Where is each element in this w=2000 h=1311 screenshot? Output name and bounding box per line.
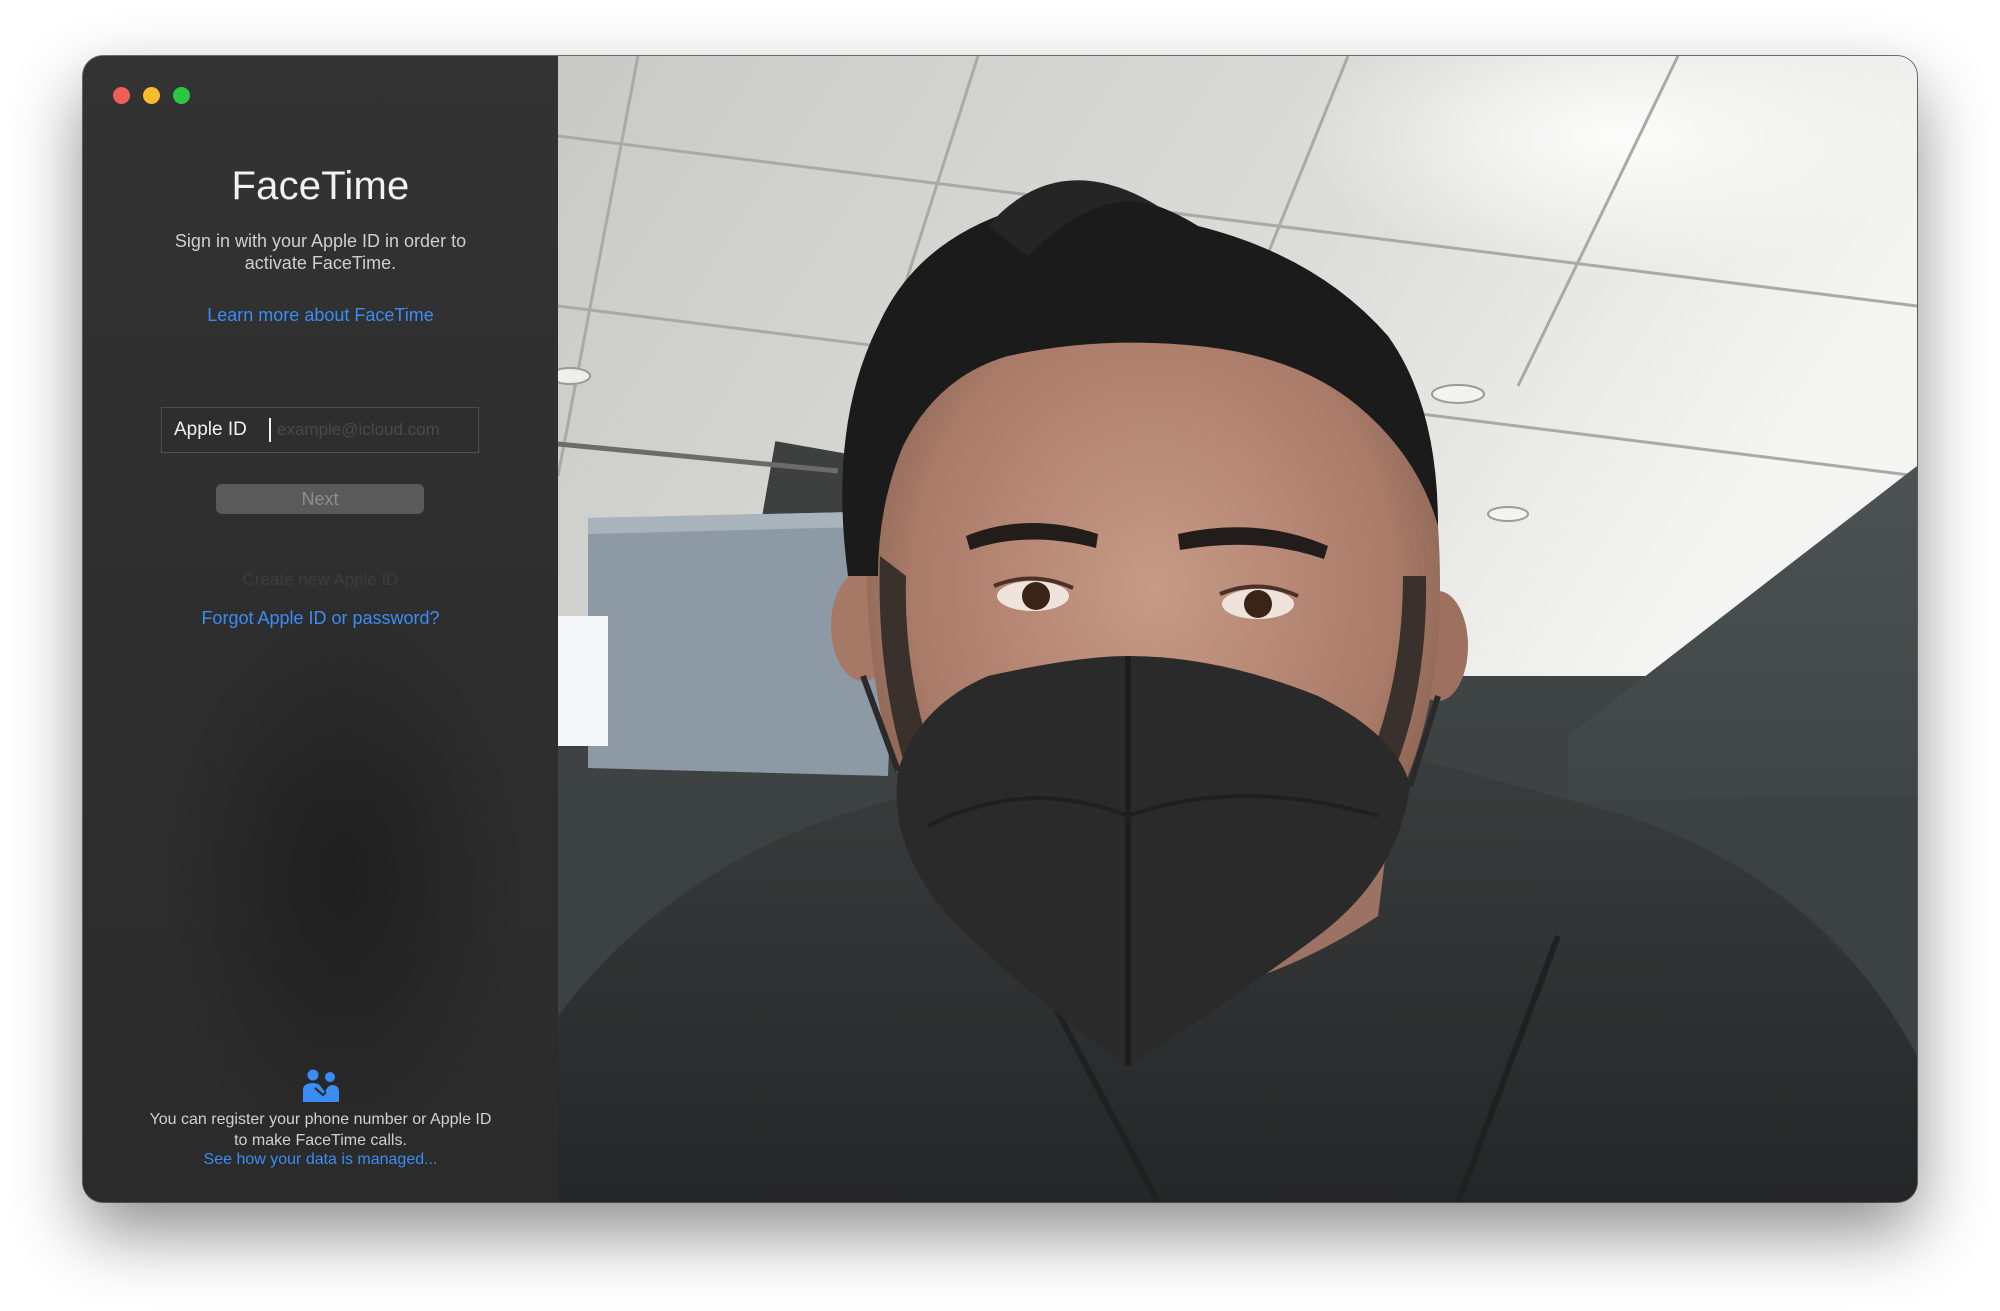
apple-id-label: Apple ID — [174, 419, 247, 440]
facetime-window: FaceTime Sign in with your Apple ID in o… — [83, 56, 1917, 1202]
learn-more-link[interactable]: Learn more about FaceTime — [83, 305, 558, 326]
desktop: FaceTime Sign in with your Apple ID in o… — [0, 0, 2000, 1311]
close-window-button[interactable] — [113, 87, 130, 104]
camera-preview — [558, 56, 1917, 1202]
next-button[interactable]: Next — [216, 484, 424, 514]
create-apple-id-link[interactable]: Create new Apple ID — [83, 570, 558, 590]
apple-id-field[interactable]: Apple ID — [161, 407, 479, 453]
people-icon — [303, 1069, 339, 1102]
app-title: FaceTime — [231, 164, 410, 208]
sign-in-description: Sign in with your Apple ID in order to a… — [174, 231, 467, 273]
zoom-window-button[interactable] — [173, 87, 190, 104]
data-managed-link[interactable]: See how your data is managed... — [83, 1151, 558, 1169]
apple-id-input[interactable] — [271, 407, 478, 453]
register-info-text: You can register your phone number or Ap… — [149, 1111, 492, 1149]
window-controls — [113, 87, 190, 104]
minimize-window-button[interactable] — [143, 87, 160, 104]
camera-preview-image — [558, 56, 1917, 1202]
forgot-apple-id-link[interactable]: Forgot Apple ID or password? — [83, 608, 558, 629]
sign-in-sidebar: FaceTime Sign in with your Apple ID in o… — [83, 56, 559, 1202]
